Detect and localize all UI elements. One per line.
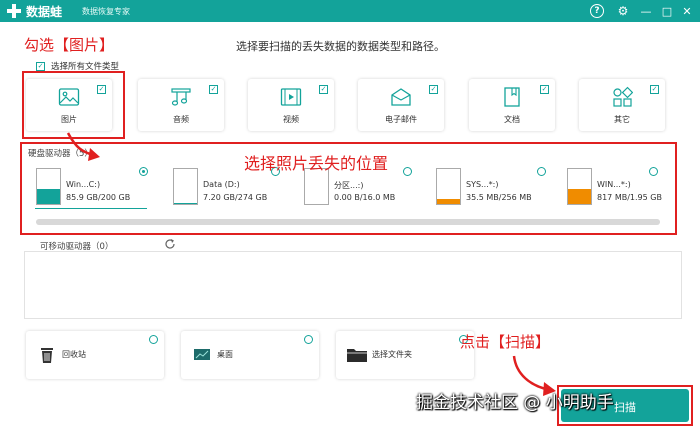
- file-type-email[interactable]: ✓ 电子邮件: [358, 79, 444, 131]
- checkbox-icon[interactable]: ✓: [650, 85, 659, 94]
- file-type-label: 其它: [614, 115, 630, 124]
- annotation-choose-picture: 勾选【图片】: [24, 36, 115, 54]
- location-radio[interactable]: [304, 335, 313, 344]
- other-icon: [613, 86, 633, 107]
- video-icon: [280, 88, 302, 106]
- annotation-choose-location: 选择照片丢失的位置: [244, 154, 389, 173]
- close-button[interactable]: ✕: [678, 2, 696, 20]
- title-bar: 数据蛙 数据恢复专家 ? ⚙ — □ ✕: [0, 0, 700, 22]
- checkbox-icon: ✓: [36, 61, 45, 71]
- minimize-button[interactable]: —: [637, 2, 655, 20]
- recycle-bin-icon: [41, 348, 53, 363]
- location-select-folder[interactable]: 选择文件夹: [336, 331, 474, 379]
- location-label: 桌面: [217, 350, 233, 359]
- location-desktop[interactable]: 桌面: [181, 331, 319, 379]
- checkbox-icon[interactable]: ✓: [540, 85, 549, 94]
- watermark-text: 掘金技术社区 @ 小明助手: [416, 393, 614, 413]
- file-type-label: 文档: [504, 115, 520, 124]
- document-icon: [504, 87, 520, 107]
- checkbox-icon[interactable]: ✓: [429, 85, 438, 94]
- annotation-arrow-icon: [66, 132, 100, 161]
- close-icon: ✕: [682, 4, 692, 18]
- file-type-audio[interactable]: ✓ 音频: [138, 79, 224, 131]
- file-type-other[interactable]: ✓ 其它: [579, 79, 665, 131]
- location-label: 选择文件夹: [372, 350, 412, 359]
- folder-icon: [347, 349, 367, 362]
- file-type-document[interactable]: ✓ 文档: [469, 79, 555, 131]
- app-subtitle: 数据恢复专家: [82, 7, 130, 16]
- settings-button[interactable]: ⚙: [614, 2, 632, 20]
- maximize-button[interactable]: □: [658, 2, 676, 20]
- app-logo-text: 数据蛙: [26, 5, 63, 19]
- annotation-click-scan: 点击【扫描】: [460, 333, 551, 351]
- minimize-icon: —: [640, 4, 652, 18]
- mail-icon: [391, 88, 411, 106]
- location-recycle-bin[interactable]: 回收站: [26, 331, 164, 379]
- music-icon: [171, 88, 191, 106]
- checkbox-icon[interactable]: ✓: [319, 85, 328, 94]
- file-type-label: 电子邮件: [385, 115, 417, 124]
- location-label: 回收站: [62, 350, 86, 359]
- help-button[interactable]: ?: [588, 2, 606, 20]
- maximize-icon: □: [661, 4, 673, 18]
- removable-drives-area: [24, 251, 682, 319]
- checkbox-icon[interactable]: ✓: [209, 85, 218, 94]
- help-icon: ?: [590, 4, 604, 18]
- file-type-label: 音频: [173, 115, 189, 124]
- refresh-icon[interactable]: [164, 238, 176, 250]
- location-radio[interactable]: [149, 335, 158, 344]
- file-type-video[interactable]: ✓ 视频: [248, 79, 334, 131]
- annotation-box-picture: [22, 71, 125, 139]
- file-type-label: 视频: [283, 115, 299, 124]
- app-logo-icon: [7, 4, 21, 18]
- desktop-icon: [194, 349, 210, 360]
- instruction-text: 选择要扫描的丢失数据的数据类型和路径。: [236, 40, 445, 53]
- gear-icon: ⚙: [617, 4, 629, 18]
